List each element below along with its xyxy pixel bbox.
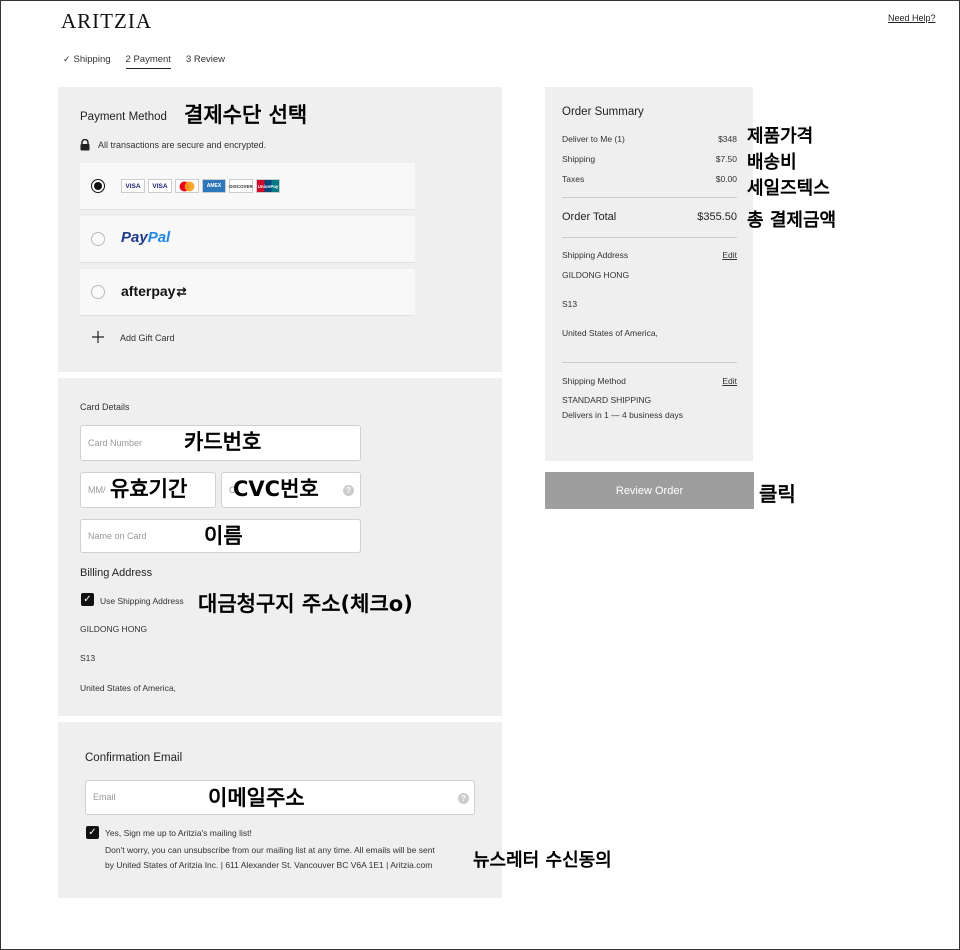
billing-address-line: S13 — [80, 653, 96, 663]
card-payment-option[interactable]: VISA VISA AMEX DISCOVER UnionPay — [80, 163, 415, 210]
annotation-product-price: 제품가격 — [747, 126, 814, 147]
paypal-radio[interactable] — [91, 232, 105, 246]
annotation-select-payment: 결제수단 선택 — [184, 103, 308, 127]
annotation-order-total: 총 결제금액 — [747, 210, 837, 231]
ship-country: United States of America, — [562, 328, 658, 338]
paypal-logo: PayPal — [121, 229, 171, 246]
card-details-panel: Card Details Card Number 카드번호 MM/ 유효기간 C… — [58, 378, 502, 716]
add-gift-card-link[interactable]: Add Gift Card — [120, 333, 175, 343]
review-order-button[interactable]: Review Order — [545, 472, 754, 509]
mailing-disclaimer-1: Don't worry, you can unsubscribe from ou… — [105, 845, 435, 855]
annotation-shipping-fee: 배송비 — [747, 152, 797, 173]
shipping-method-label: Shipping Method — [562, 376, 626, 386]
annotation-email: 이메일주소 — [208, 786, 305, 810]
help-icon[interactable]: ? — [458, 793, 469, 804]
annotation-name: 이름 — [204, 524, 243, 548]
shipping-method-name: STANDARD SHIPPING — [562, 395, 652, 405]
annotation-sales-tax: 세일즈텍스 — [747, 178, 830, 199]
annotation-card-number: 카드번호 — [184, 430, 262, 454]
secure-text: All transactions are secure and encrypte… — [98, 140, 267, 150]
paypal-option[interactable]: PayPal — [80, 216, 415, 263]
mastercard-icon — [175, 179, 199, 193]
mailing-list-checkbox[interactable]: ✓ — [86, 826, 99, 839]
visa-icon: VISA — [121, 179, 145, 193]
mailing-list-label: Yes, Sign me up to Aritzia's mailing lis… — [105, 828, 252, 838]
order-summary-title: Order Summary — [562, 106, 644, 118]
order-total-value: $355.50 — [697, 211, 737, 223]
mailing-disclaimer-2: by United States of Aritzia Inc. | 611 A… — [105, 860, 433, 870]
visa-debit-icon: VISA — [148, 179, 172, 193]
confirmation-email-panel: Confirmation Email Email ? 이메일주소 ✓ Yes, … — [58, 722, 502, 898]
billing-name: GILDONG HONG — [80, 624, 148, 634]
order-total-label: Order Total — [562, 211, 617, 223]
summary-row-value: $348 — [718, 134, 737, 144]
edit-shipping-method-link[interactable]: Edit — [722, 376, 737, 386]
amex-icon: AMEX — [202, 179, 226, 193]
summary-row-label: Shipping — [562, 154, 596, 164]
shipping-method-eta: Delivers in 1 — 4 business days — [562, 410, 683, 420]
card-details-title: Card Details — [80, 402, 130, 412]
afterpay-radio[interactable] — [91, 285, 105, 299]
step-shipping[interactable]: ✓ Shipping — [63, 54, 111, 69]
card-radio[interactable] — [91, 179, 105, 193]
afterpay-option[interactable]: afterpay⇄ — [80, 269, 415, 316]
annotation-cvc: CVC번호 — [233, 477, 319, 501]
edit-shipping-address-link[interactable]: Edit — [722, 250, 737, 260]
plus-icon[interactable] — [92, 330, 104, 343]
annotation-expiry: 유효기간 — [110, 477, 188, 501]
ship-address-line: S13 — [562, 299, 578, 309]
need-help-link[interactable]: Need Help? — [888, 13, 936, 23]
use-shipping-checkbox[interactable]: ✓ — [81, 593, 94, 606]
annotation-newsletter: 뉴스레터 수신동의 — [473, 850, 612, 871]
shipping-address-label: Shipping Address — [562, 250, 629, 260]
checkout-steps: ✓ Shipping 2 Payment 3 Review — [63, 54, 225, 69]
summary-row-value: $7.50 — [715, 154, 737, 164]
billing-address-title: Billing Address — [80, 567, 153, 579]
afterpay-arrows-icon: ⇄ — [176, 285, 187, 299]
afterpay-logo: afterpay⇄ — [121, 283, 187, 299]
billing-country: United States of America, — [80, 683, 176, 693]
confirmation-email-title: Confirmation Email — [85, 752, 183, 764]
discover-icon: DISCOVER — [229, 179, 253, 193]
lock-icon — [80, 138, 90, 151]
summary-row-label: Deliver to Me (1) — [562, 134, 625, 144]
payment-method-panel: Payment Method 결제수단 선택 All transactions … — [58, 87, 502, 372]
annotation-billing: 대금청구지 주소(체크o) — [198, 592, 413, 616]
check-icon: ✓ — [88, 827, 97, 838]
check-icon: ✓ — [63, 54, 71, 64]
annotation-click: 클릭 — [759, 482, 796, 506]
step-payment[interactable]: 2 Payment — [125, 54, 171, 69]
summary-row-value: $0.00 — [715, 174, 737, 184]
ship-name: GILDONG HONG — [562, 270, 630, 280]
help-icon[interactable]: ? — [343, 485, 354, 496]
payment-method-title: Payment Method — [80, 111, 167, 123]
unionpay-icon: UnionPay — [256, 179, 280, 193]
check-icon: ✓ — [83, 594, 92, 605]
use-shipping-label: Use Shipping Address — [100, 596, 184, 606]
divider — [562, 197, 737, 198]
step-review[interactable]: 3 Review — [186, 54, 225, 69]
divider — [562, 237, 737, 238]
aritzia-logo[interactable]: ARITZIA — [61, 9, 152, 34]
divider — [562, 362, 737, 363]
order-summary-panel: Order Summary Deliver to Me (1) $348 Shi… — [545, 87, 753, 461]
summary-row-label: Taxes — [562, 174, 585, 184]
card-logos: VISA VISA AMEX DISCOVER UnionPay — [121, 179, 280, 193]
